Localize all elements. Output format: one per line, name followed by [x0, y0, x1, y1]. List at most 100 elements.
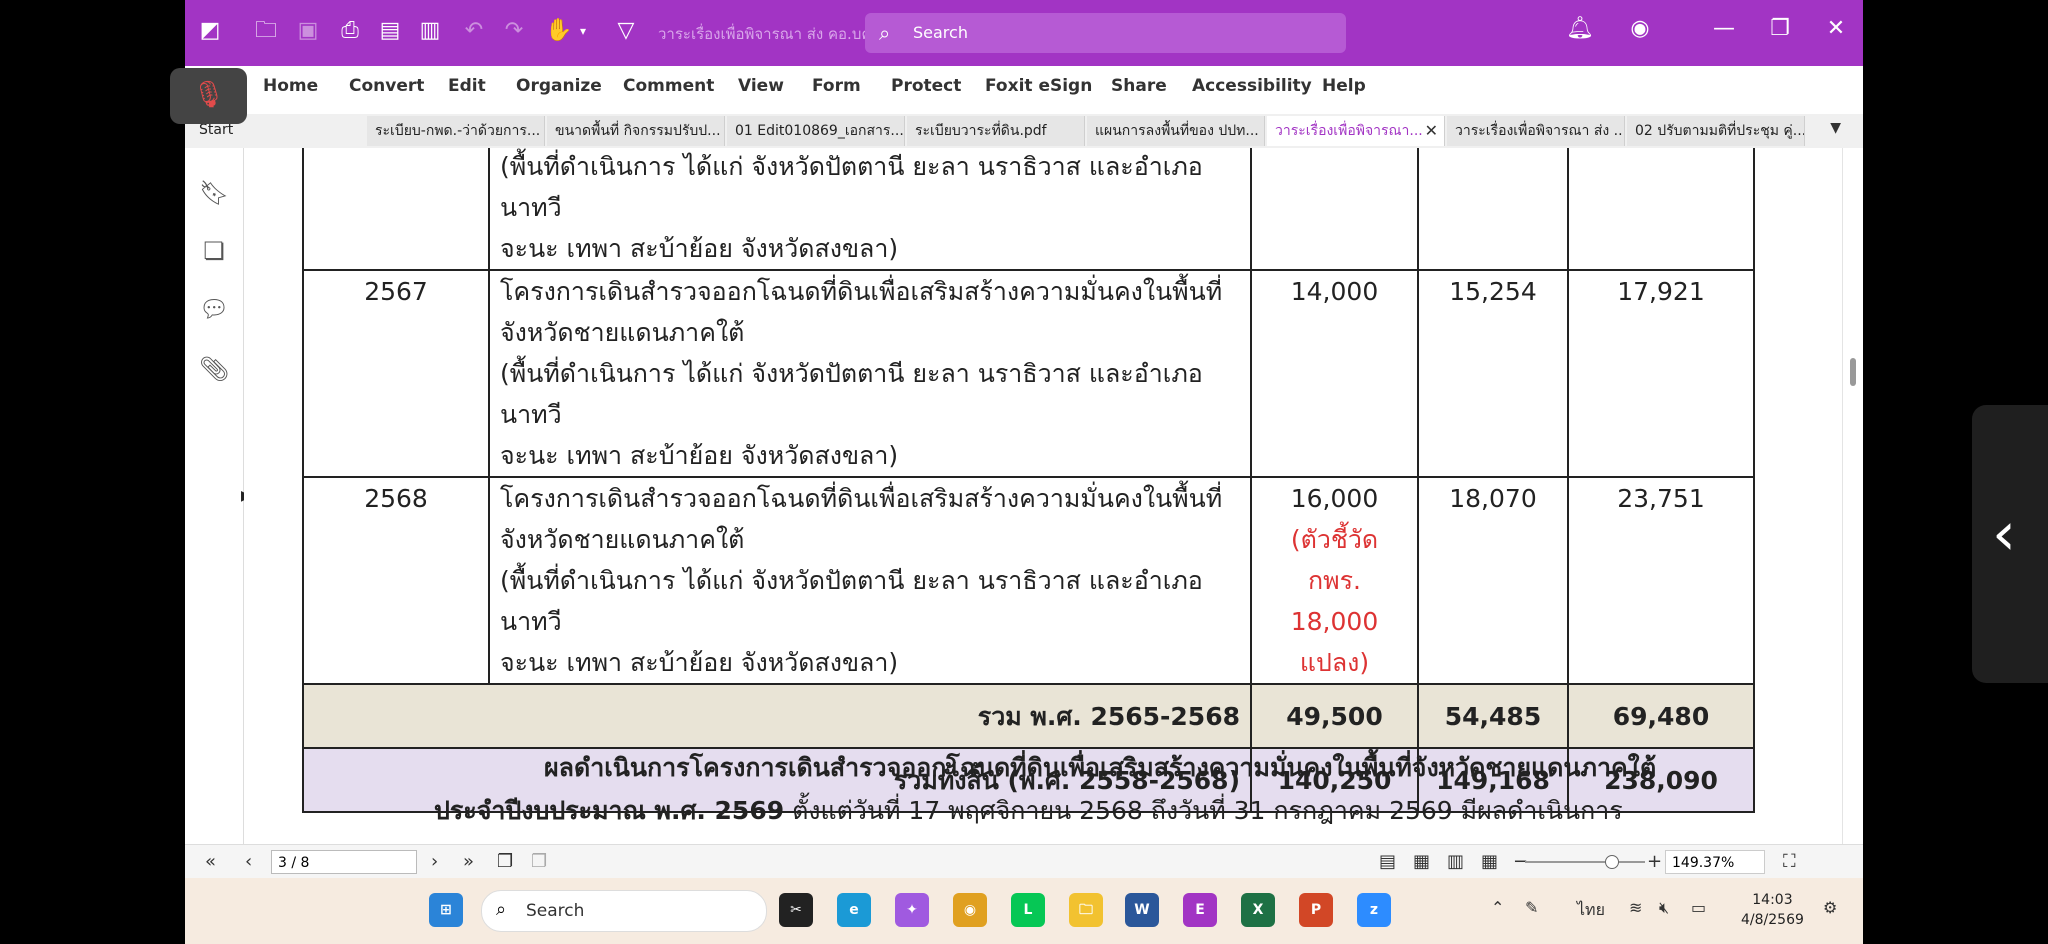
mute-microphone-button[interactable]: 🎙︎: [170, 68, 247, 124]
tab-document[interactable]: วาระเรื่องเพื่อพิจารณา ส่ง ...: [1447, 116, 1625, 146]
chrome-app-icon[interactable]: ◉: [953, 893, 987, 927]
scrollbar-thumb[interactable]: [1850, 358, 1856, 386]
zoom-slider[interactable]: [1525, 861, 1645, 863]
page-number-field[interactable]: 3 / 8: [271, 850, 417, 874]
single-page-view-icon[interactable]: ▤: [1379, 851, 1396, 872]
bookmark-icon[interactable]: 🔖︎: [199, 178, 229, 208]
menu-convert[interactable]: Convert: [349, 76, 424, 96]
file-convert-icon[interactable]: ▤: [377, 18, 403, 44]
show-hidden-icons-icon[interactable]: ⌃: [1491, 898, 1504, 917]
pages-thumbnail-icon[interactable]: ❏: [199, 236, 229, 266]
tab-start[interactable]: Start: [199, 122, 233, 138]
volume-muted-icon[interactable]: 🔇︎: [1659, 898, 1669, 918]
line-app-icon[interactable]: L: [1011, 893, 1045, 927]
desc-line: จะนะ เทพา สะบ้าย้อย จังหวัดสงขลา): [500, 441, 899, 470]
continuous-view-icon[interactable]: ▦: [1413, 851, 1430, 872]
pen-icon[interactable]: ✎: [1525, 898, 1538, 917]
tab-document[interactable]: ขนาดพื้นที่ กิจกรรมปรับป...: [547, 116, 725, 146]
tab-document-active[interactable]: วาระเรื่องเพื่อพิจารณา... ✕: [1267, 116, 1445, 146]
zoom-slider-handle[interactable]: [1605, 855, 1619, 869]
paragraph-heading: ผลดำเนินการโครงการเดินสำรวจออกโฉนดที่ดิน…: [544, 753, 1657, 782]
undo-icon[interactable]: ↶: [461, 18, 487, 44]
redo-icon[interactable]: ↷: [501, 18, 527, 44]
minimize-button[interactable]: —: [1709, 16, 1739, 41]
edge-app-icon[interactable]: e: [837, 893, 871, 927]
attachment-icon[interactable]: 📎︎: [199, 354, 229, 384]
notification-bell-icon[interactable]: 🔔︎: [1565, 16, 1595, 41]
side-drawer-handle[interactable]: ‹: [1972, 405, 2048, 683]
comments-icon[interactable]: 💬︎: [199, 294, 229, 324]
menu-comment[interactable]: Comment: [623, 76, 714, 96]
capcut-app-icon[interactable]: ✂: [779, 893, 813, 927]
year-cell: 2568: [302, 476, 490, 685]
vertical-scrollbar[interactable]: [1842, 148, 1863, 844]
last-page-icon[interactable]: »: [463, 851, 474, 872]
desc-line: โครงการเดินสำรวจออกโฉนดที่ดินเพื่อเสริมส…: [500, 277, 1223, 306]
ribbon-menu: Home Convert Edit Organize Comment View …: [185, 66, 1863, 110]
paragraph-line: ประจำปีงบประมาณ พ.ศ. 2569 ตั้งแต่วันที่ …: [434, 791, 1842, 831]
menu-view[interactable]: View: [738, 76, 784, 96]
tab-document[interactable]: 02 ปรับตามมติที่ประชุม คู่...: [1627, 116, 1805, 146]
file-explorer-icon[interactable]: 🗀: [1069, 893, 1103, 927]
taskbar-clock[interactable]: 14:03 4/8/2569: [1741, 890, 1804, 930]
tab-document[interactable]: แผนการลงพื้นที่ของ ปปท...: [1087, 116, 1265, 146]
facing-view-icon[interactable]: ▥: [1447, 851, 1464, 872]
menu-organize[interactable]: Organize: [516, 76, 602, 96]
windows-start-icon[interactable]: ⊞: [429, 893, 463, 927]
input-language[interactable]: ไทย: [1577, 898, 1605, 923]
word-app-icon[interactable]: W: [1125, 893, 1159, 927]
taskbar-search-input[interactable]: ⌕ Search: [481, 890, 767, 932]
tab-document[interactable]: ระเบียบวาระที่ดิน.pdf: [907, 116, 1085, 146]
battery-icon[interactable]: ▭: [1691, 898, 1706, 917]
zoom-in-icon[interactable]: +: [1647, 851, 1662, 872]
menu-share[interactable]: Share: [1111, 76, 1167, 96]
foxit-editor-app-icon[interactable]: E: [1183, 893, 1217, 927]
menu-help[interactable]: Help: [1322, 76, 1366, 96]
new-file-icon[interactable]: ▥: [417, 18, 443, 44]
search-icon: ⌕: [496, 899, 507, 920]
continuous-facing-icon[interactable]: ▦: [1481, 851, 1498, 872]
next-page-icon[interactable]: ›: [431, 851, 438, 872]
menu-foxit-esign[interactable]: Foxit eSign: [985, 76, 1092, 96]
search-input[interactable]: ⌕ Search: [865, 13, 1346, 53]
tabs-overflow-icon[interactable]: ▼: [1830, 120, 1841, 136]
tab-document[interactable]: ระเบียบ-กพด.-ว่าด้วยการ...: [367, 116, 545, 146]
fullscreen-icon[interactable]: ⛶: [1783, 851, 1796, 872]
account-icon[interactable]: ◉: [1625, 16, 1655, 41]
zoom-level-field[interactable]: 149.37%: [1665, 850, 1765, 874]
target-cell: 16,000 (ตัวชี้วัด กพร. 18,000 แปลง): [1250, 476, 1419, 685]
page-number: 3 / 8: [278, 855, 310, 871]
customize-toolbar-icon[interactable]: ▽: [613, 18, 639, 44]
menu-edit[interactable]: Edit: [448, 76, 486, 96]
previous-page-icon[interactable]: ‹: [245, 851, 252, 872]
first-page-icon[interactable]: «: [205, 851, 216, 872]
open-folder-icon[interactable]: 🗀: [253, 18, 279, 44]
restore-button[interactable]: ❐: [1765, 16, 1795, 41]
chevron-down-icon[interactable]: ▾: [570, 18, 596, 44]
close-window-button[interactable]: ✕: [1821, 16, 1851, 41]
description-cell: (พื้นที่ดำเนินการ ได้แก่ จังหวัดปัตตานี …: [488, 148, 1252, 271]
insert-page-icon[interactable]: ❐: [531, 851, 547, 872]
copilot-app-icon[interactable]: ✦: [895, 893, 929, 927]
wifi-icon[interactable]: ≋: [1629, 898, 1642, 917]
foxit-logo-icon: ◩: [199, 18, 221, 43]
document-view[interactable]: (พื้นที่ดำเนินการ ได้แก่ จังหวัดปัตตานี …: [244, 148, 1842, 844]
zoom-app-icon[interactable]: z: [1357, 893, 1391, 927]
tab-document[interactable]: 01 Edit010869_เอกสาร...: [727, 116, 905, 146]
close-tab-icon[interactable]: ✕: [1425, 116, 1438, 146]
copy-page-icon[interactable]: ❐: [497, 851, 513, 872]
save-icon[interactable]: ▣: [295, 18, 321, 44]
hand-tool-icon[interactable]: ✋: [545, 18, 572, 44]
print-icon[interactable]: ⎙: [337, 18, 363, 44]
menu-home[interactable]: Home: [263, 76, 318, 96]
target-cell: 14,000: [1250, 269, 1419, 478]
notifications-icon[interactable]: ⚙: [1823, 898, 1837, 917]
menu-accessibility[interactable]: Accessibility: [1192, 76, 1312, 96]
menu-form[interactable]: Form: [812, 76, 861, 96]
table-row: 2567 โครงการเดินสำรวจออกโฉนดที่ดินเพื่อเ…: [302, 269, 1755, 478]
menu-protect[interactable]: Protect: [891, 76, 961, 96]
document-tabs: Start ระเบียบ-กพด.-ว่าด้วยการ... ขนาดพื้…: [185, 114, 1863, 149]
excel-app-icon[interactable]: X: [1241, 893, 1275, 927]
powerpoint-app-icon[interactable]: P: [1299, 893, 1333, 927]
desc-line: จะนะ เทพา สะบ้าย้อย จังหวัดสงขลา): [500, 648, 899, 677]
